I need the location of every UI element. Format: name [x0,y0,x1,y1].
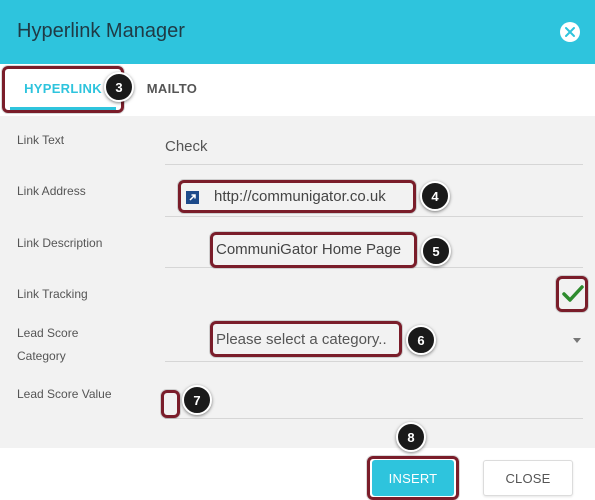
step-badge-7: 7 [182,385,212,415]
link-text-input[interactable]: Check [165,138,208,155]
link-description-value: CommuniGator Home Page [216,241,402,258]
step-badge-8: 8 [396,422,426,452]
close-button[interactable]: CLOSE [483,460,573,496]
link-address-label: Link Address [17,184,86,198]
checkmark-icon [562,285,584,302]
step-badge-5: 5 [421,236,451,266]
form-body: Link Text Check Link Address Link Descri… [0,116,595,448]
link-address-value: http://communigator.co.uk [214,188,386,205]
lead-score-value-underline [165,418,583,419]
lead-score-value-label: Lead Score Value [17,387,112,401]
step-badge-4: 4 [420,181,450,211]
link-text-underline [165,164,583,165]
link-text-label: Link Text [17,133,65,147]
dialog-title: Hyperlink Manager [17,20,185,42]
dialog-header: Hyperlink Manager [0,0,595,64]
insert-button[interactable]: INSERT [372,460,454,496]
link-address-underline [165,216,583,217]
lead-score-category-placeholder: Please select a category.. [216,331,387,348]
tab-mailto-label: MAILTO [146,80,198,96]
step-badge-3: 3 [104,72,134,102]
tab-mailto[interactable]: MAILTO [130,64,214,112]
lead-score-category-label-line2: Category [17,349,66,363]
chevron-down-icon[interactable] [573,338,581,343]
lead-score-value-input[interactable] [161,390,180,418]
lead-score-category-underline [165,361,583,362]
link-tracking-label: Link Tracking [17,287,88,301]
close-icon[interactable] [560,22,580,42]
external-link-icon [186,191,199,204]
lead-score-category-label-line1: Lead Score [17,326,79,340]
step-badge-6: 6 [406,325,436,355]
link-description-label: Link Description [17,236,103,250]
